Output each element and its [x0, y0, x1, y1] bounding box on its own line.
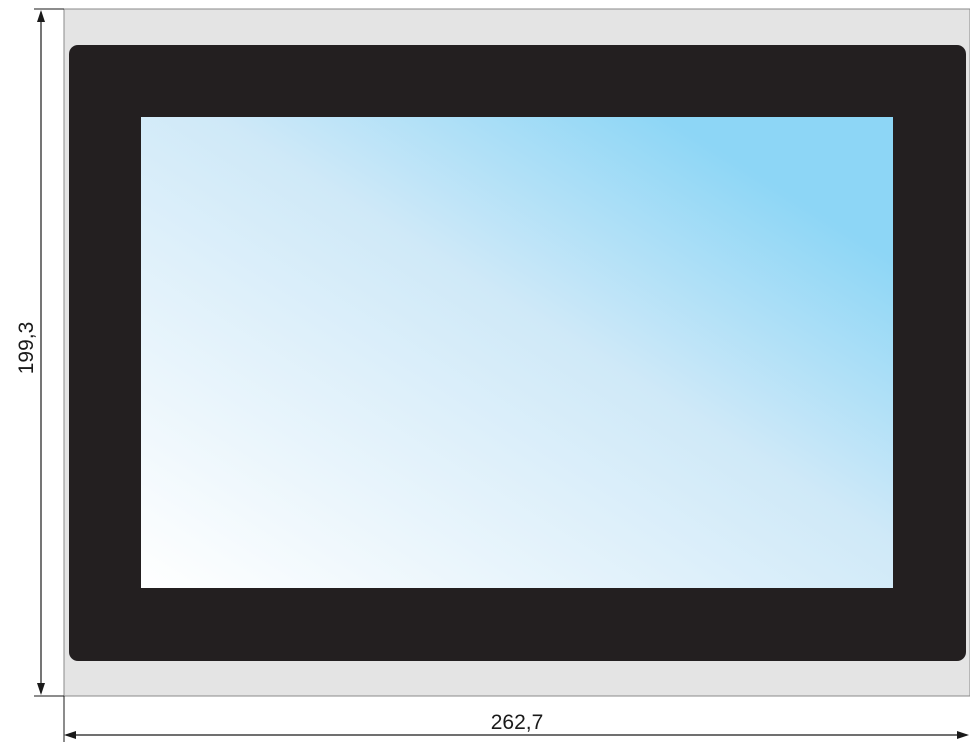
height-label: 199,3	[15, 322, 38, 375]
width-label: 262,7	[491, 711, 544, 734]
display-screen	[141, 117, 893, 588]
width-dimension: 262,7	[63, 696, 969, 742]
height-arrow-bottom	[37, 683, 45, 695]
width-arrow-right	[957, 731, 969, 739]
height-arrow-top	[37, 10, 45, 22]
width-arrow-left	[64, 731, 76, 739]
panel-dimension-drawing: 199,3 262,7	[15, 8, 970, 742]
height-dimension: 199,3	[15, 8, 64, 697]
